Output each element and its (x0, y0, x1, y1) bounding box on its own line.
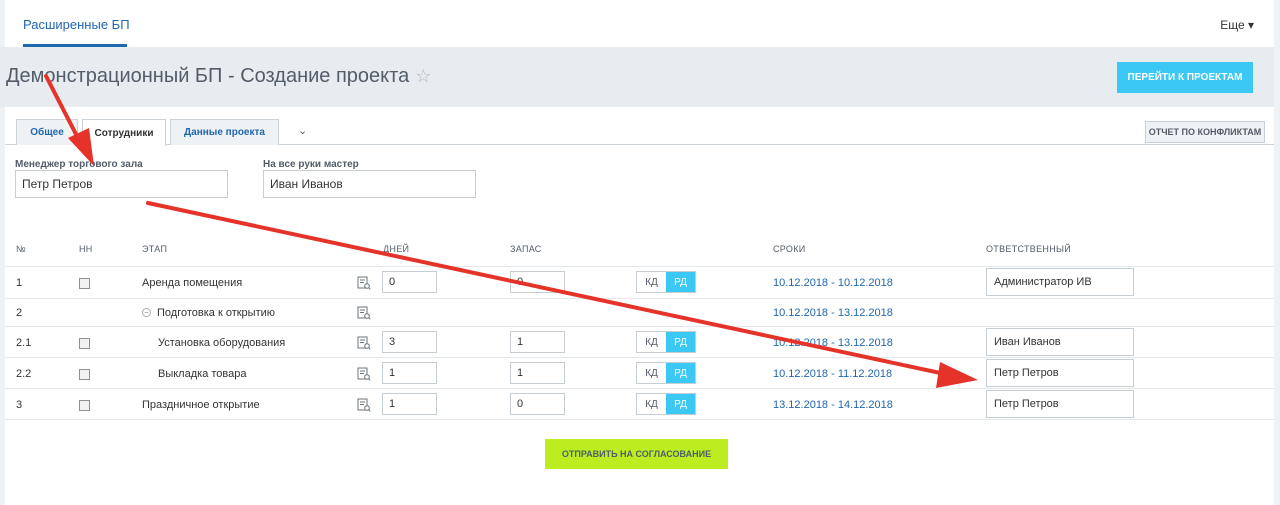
favorite-star-icon[interactable]: ☆ (415, 66, 431, 86)
responsible-field[interactable]: Петр Петров (986, 390, 1134, 418)
manager-label: Менеджер торгового зала (15, 159, 143, 170)
responsible-field[interactable]: Администратор ИВ (986, 268, 1134, 296)
col-header-reserve: ЗАПАС (510, 244, 542, 254)
page-title-text: Демонстрационный БП - Создание проекта (6, 65, 410, 87)
tab-general[interactable]: Общее (16, 119, 78, 145)
send-for-approval-button[interactable]: ОТПРАВИТЬ НА СОГЛАСОВАНИЕ (545, 439, 728, 469)
document-search-icon[interactable] (357, 367, 371, 381)
stage-name: Аренда помещения (142, 277, 243, 289)
row-divider (5, 419, 1274, 420)
stage-name: Подготовка к открытию (157, 307, 276, 319)
tabs-more-chevron-icon[interactable]: ⌄ (298, 124, 307, 137)
document-search-icon[interactable] (357, 398, 371, 412)
rd-option[interactable]: РД (666, 363, 695, 383)
row-num: 2.2 (16, 368, 32, 380)
kd-rd-toggle[interactable]: КД РД (636, 362, 696, 384)
rd-option[interactable]: РД (666, 332, 695, 352)
tabs-bar: Общее Сотрудники Данные проекта ⌄ (5, 119, 1274, 146)
row-divider (5, 266, 1274, 267)
nav-item-extended-bp[interactable]: Расширенные БП (23, 17, 130, 32)
tab-employees[interactable]: Сотрудники (82, 119, 166, 146)
stage-name: Праздничное открытие (142, 399, 260, 411)
kd-rd-toggle[interactable]: КД РД (636, 271, 696, 293)
row-num: 2.1 (16, 337, 32, 349)
col-header-days: ДНЕЙ (383, 244, 410, 254)
reserve-input[interactable]: 1 (510, 331, 565, 353)
days-input[interactable]: 1 (382, 362, 437, 384)
document-search-icon[interactable] (357, 306, 371, 320)
page-title: Демонстрационный БП - Создание проекта ☆ (6, 65, 431, 88)
dates-range: 10.12.2018 - 13.12.2018 (773, 337, 893, 349)
row-divider (5, 326, 1274, 327)
master-label: На все руки мастер (263, 159, 359, 170)
stage-name: Выкладка товара (158, 368, 247, 380)
go-to-projects-button[interactable]: ПЕРЕЙТИ К ПРОЕКТАМ (1117, 62, 1253, 93)
reserve-input[interactable]: 0 (510, 393, 565, 415)
page-header: Демонстрационный БП - Создание проекта ☆ … (0, 47, 1274, 107)
dates-range: 10.12.2018 - 10.12.2018 (773, 277, 893, 289)
col-header-num: № (16, 244, 26, 254)
master-field[interactable]: Иван Иванов (263, 170, 476, 198)
more-menu-button[interactable]: Еще ▾ (1220, 18, 1254, 32)
row-divider (5, 388, 1274, 389)
days-input[interactable]: 3 (382, 331, 437, 353)
responsible-field[interactable]: Петр Петров (986, 359, 1134, 387)
row-num: 3 (16, 399, 23, 411)
conflicts-report-button[interactable]: ОТЧЕТ ПО КОНФЛИКТАМ (1145, 121, 1265, 143)
col-header-stage: ЭТАП (142, 244, 168, 254)
collapse-minus-icon[interactable]: − (142, 308, 151, 317)
kd-option[interactable]: КД (637, 332, 666, 352)
kd-rd-toggle[interactable]: КД РД (636, 393, 696, 415)
dates-range: 10.12.2018 - 11.12.2018 (773, 368, 893, 380)
dates-range: 13.12.2018 - 14.12.2018 (773, 399, 893, 411)
row-num: 1 (16, 277, 23, 289)
col-header-dates: СРОКИ (773, 244, 806, 254)
row-divider (5, 298, 1274, 299)
kd-option[interactable]: КД (637, 272, 666, 292)
reserve-input[interactable]: 1 (510, 362, 565, 384)
row-divider (5, 357, 1274, 358)
document-search-icon[interactable] (357, 276, 371, 290)
col-header-nn: НН (79, 244, 93, 254)
nn-checkbox[interactable] (79, 400, 90, 411)
row-num: 2 (16, 307, 23, 319)
kd-option[interactable]: КД (637, 363, 666, 383)
document-search-icon[interactable] (357, 336, 371, 350)
nn-checkbox[interactable] (79, 369, 90, 380)
kd-option[interactable]: КД (637, 394, 666, 414)
responsible-field[interactable]: Иван Иванов (986, 328, 1134, 356)
nn-checkbox[interactable] (79, 278, 90, 289)
days-input[interactable]: 0 (382, 271, 437, 293)
kd-rd-toggle[interactable]: КД РД (636, 331, 696, 353)
stage-name: Установка оборудования (158, 337, 286, 349)
days-input[interactable]: 1 (382, 393, 437, 415)
dates-range: 10.12.2018 - 13.12.2018 (773, 307, 893, 319)
rd-option[interactable]: РД (666, 272, 695, 292)
reserve-input[interactable]: 0 (510, 271, 565, 293)
nn-checkbox[interactable] (79, 338, 90, 349)
tab-project-data[interactable]: Данные проекта (170, 119, 279, 145)
col-header-responsible: ОТВЕТСТВЕННЫЙ (986, 244, 1072, 254)
top-nav: Расширенные БП Еще ▾ (5, 0, 1274, 47)
rd-option[interactable]: РД (666, 394, 695, 414)
manager-field[interactable]: Петр Петров (15, 170, 228, 198)
